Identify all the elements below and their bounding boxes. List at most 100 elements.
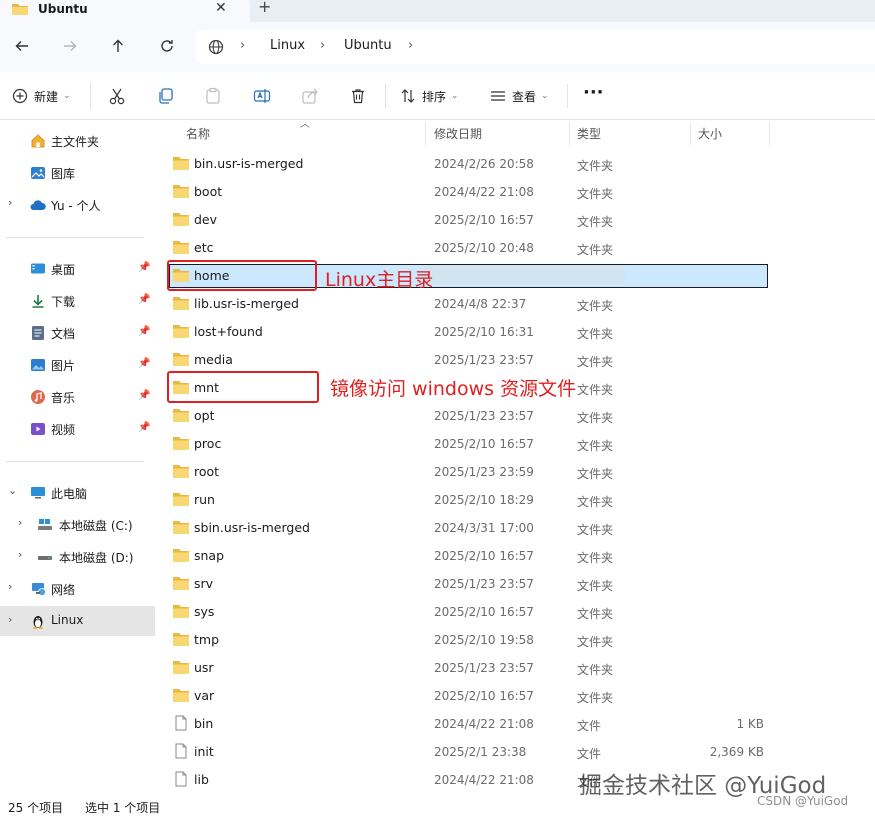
pin-icon[interactable]: 📌: [138, 422, 150, 433]
chevron-right-icon[interactable]: ›: [18, 548, 22, 561]
chevron-right-icon[interactable]: ›: [18, 516, 22, 529]
column-header-modified[interactable]: 修改日期: [434, 125, 482, 142]
chevron-down-icon[interactable]: ⌄: [8, 484, 17, 497]
sort-icon: [401, 89, 415, 103]
breadcrumb-ubuntu[interactable]: Ubuntu: [344, 38, 392, 53]
up-button[interactable]: [108, 36, 128, 56]
file-name: dev: [194, 212, 218, 227]
file-row[interactable]: run 2025/2/10 18:29 文件夹: [155, 486, 875, 514]
file-size: 1 KB: [736, 717, 764, 731]
sidebar-item-onedrive[interactable]: › Yu - 个人: [0, 191, 155, 219]
file-date: 2025/2/10 16:57: [434, 437, 534, 451]
file-type: 文件夹: [577, 635, 614, 649]
file-row[interactable]: root 2025/1/23 23:59 文件夹: [155, 458, 875, 486]
sidebar-item-home[interactable]: 主文件夹: [0, 127, 155, 155]
more-options-button[interactable]: ···: [583, 82, 604, 103]
file-row[interactable]: lost+found 2025/2/10 16:31 文件夹: [155, 318, 875, 346]
sidebar-item-videos[interactable]: 视频 📌: [0, 415, 155, 443]
pin-icon[interactable]: 📌: [138, 358, 150, 369]
cut-button[interactable]: [108, 86, 126, 106]
column-header-row: ︿ 名称 修改日期 类型 大小: [155, 119, 875, 145]
file-row[interactable]: usr 2025/1/23 23:57 文件夹: [155, 654, 875, 682]
file-row[interactable]: boot 2024/4/22 21:08 文件夹: [155, 178, 875, 206]
file-row[interactable]: tmp 2025/2/10 19:58 文件夹: [155, 626, 875, 654]
sidebar-item-drive-c[interactable]: › 本地磁盘 (C:): [0, 511, 155, 539]
column-header-name[interactable]: 名称: [186, 125, 210, 142]
file-row[interactable]: srv 2025/1/23 23:57 文件夹: [155, 570, 875, 598]
file-row[interactable]: var 2025/2/10 16:57 文件夹: [155, 682, 875, 710]
file-row[interactable]: bin 2024/4/22 21:08 文件 1 KB: [155, 710, 875, 738]
forward-button[interactable]: [60, 36, 80, 56]
sidebar-item-linux[interactable]: › Linux: [0, 606, 155, 636]
file-date: 2025/2/10 18:29: [434, 493, 534, 507]
file-icon: [175, 743, 187, 759]
file-row[interactable]: media 2025/1/23 23:57 文件夹: [155, 346, 875, 374]
column-divider[interactable]: [569, 123, 570, 145]
file-row[interactable]: opt 2025/1/23 23:57 文件夹: [155, 402, 875, 430]
chevron-right-icon[interactable]: ›: [8, 196, 12, 209]
sidebar-item-network[interactable]: › 网络: [0, 575, 155, 603]
sort-button[interactable]: 排序 ⌄: [400, 86, 459, 106]
view-button[interactable]: 查看 ⌄: [490, 86, 549, 106]
column-divider[interactable]: [425, 123, 426, 145]
folder-icon: [173, 185, 189, 198]
share-button[interactable]: [301, 86, 319, 106]
file-name: lib: [194, 772, 209, 787]
sidebar-item-drive-d[interactable]: › 本地磁盘 (D:): [0, 543, 155, 571]
file-row[interactable]: dev 2025/2/10 16:57 文件夹: [155, 206, 875, 234]
file-type: 文件夹: [577, 411, 614, 425]
sidebar-item-label: 网络: [51, 583, 76, 597]
column-divider[interactable]: [769, 123, 770, 145]
chevron-right-icon[interactable]: ›: [8, 613, 12, 626]
column-divider[interactable]: [690, 123, 691, 145]
file-row[interactable]: sys 2025/2/10 16:57 文件夹: [155, 598, 875, 626]
pin-icon[interactable]: 📌: [138, 326, 150, 337]
file-date: 2025/2/10 16:57: [434, 549, 534, 563]
pin-icon[interactable]: 📌: [138, 390, 150, 401]
share-icon: [302, 88, 318, 104]
copy-button[interactable]: [157, 86, 175, 106]
chevron-right-icon[interactable]: ›: [8, 580, 12, 593]
new-button[interactable]: 新建 ⌄: [12, 86, 71, 106]
file-row[interactable]: sbin.usr-is-merged 2024/3/31 17:00 文件夹: [155, 514, 875, 542]
file-type: 文件夹: [577, 299, 614, 313]
pin-icon[interactable]: 📌: [138, 262, 150, 273]
file-row[interactable]: proc 2025/2/10 16:57 文件夹: [155, 430, 875, 458]
file-row[interactable]: snap 2025/2/10 16:57 文件夹: [155, 542, 875, 570]
column-header-size[interactable]: 大小: [698, 125, 722, 142]
file-row[interactable]: init 2025/2/1 23:38 文件 2,369 KB: [155, 738, 875, 766]
back-button[interactable]: [12, 36, 32, 56]
sidebar-item-label: 桌面: [51, 263, 76, 277]
file-date: 2025/1/23 23:57: [434, 353, 534, 367]
delete-button[interactable]: [349, 86, 367, 106]
command-toolbar: 新建 ⌄ 排序 ⌄ 查看 ⌄ ···: [0, 72, 875, 120]
sidebar-item-documents[interactable]: 文档 📌: [0, 319, 155, 347]
new-tab-button[interactable]: +: [258, 0, 271, 16]
refresh-button[interactable]: [157, 36, 177, 56]
file-row[interactable]: lib.usr-is-merged 2024/4/8 22:37 文件夹: [155, 290, 875, 318]
file-row[interactable]: etc 2025/2/10 20:48 文件夹: [155, 234, 875, 262]
sidebar-item-gallery[interactable]: 图库: [0, 159, 155, 187]
sidebar-item-music[interactable]: 音乐 📌: [0, 383, 155, 411]
arrow-left-icon: [15, 41, 28, 51]
file-date: 2025/1/23 23:57: [434, 409, 534, 423]
paste-icon: [206, 87, 220, 104]
file-row[interactable]: bin.usr-is-merged 2024/2/26 20:58 文件夹: [155, 150, 875, 178]
folder-icon: [173, 521, 189, 534]
column-header-type[interactable]: 类型: [577, 125, 601, 142]
address-bar[interactable]: › Linux › Ubuntu ›: [196, 30, 875, 64]
sidebar-item-pictures[interactable]: 图片 📌: [0, 351, 155, 379]
pin-icon[interactable]: 📌: [138, 294, 150, 305]
sort-ascending-icon: ︿: [300, 119, 310, 130]
paste-button[interactable]: [204, 86, 222, 106]
breadcrumb-linux[interactable]: Linux: [270, 38, 305, 53]
tab-ubuntu[interactable]: Ubuntu ✕: [0, 0, 250, 22]
file-date: 2024/4/22 21:08: [434, 717, 534, 731]
arrow-up-icon: [113, 39, 123, 52]
sidebar-item-downloads[interactable]: 下载 📌: [0, 287, 155, 315]
sidebar-item-desktop[interactable]: 桌面 📌: [0, 255, 155, 283]
rename-button[interactable]: [253, 86, 271, 106]
sidebar-item-label: 主文件夹: [51, 135, 100, 149]
sidebar-item-this-pc[interactable]: ⌄ 此电脑: [0, 479, 155, 507]
close-icon[interactable]: ✕: [215, 0, 227, 16]
